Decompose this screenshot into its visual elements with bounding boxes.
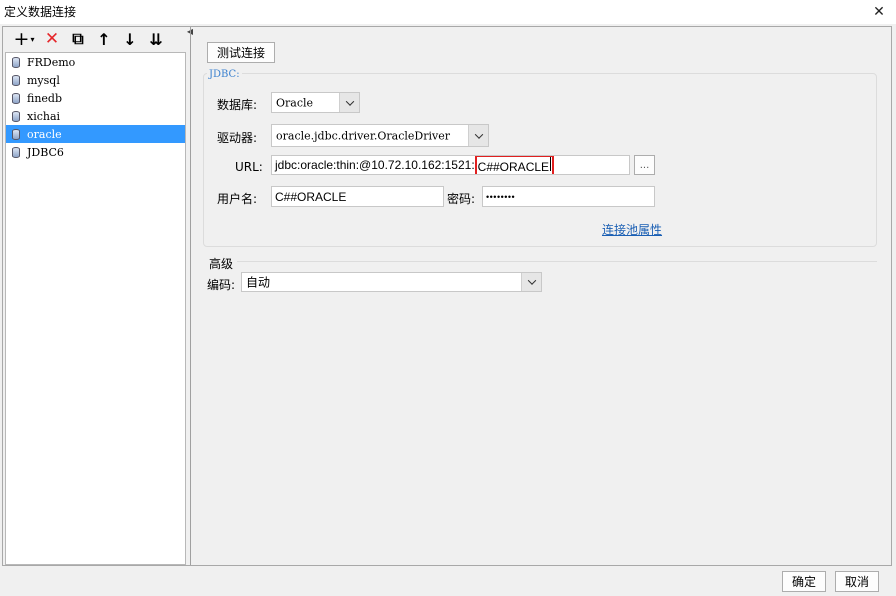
sort-icon[interactable]: ⇊ xyxy=(143,27,169,51)
password-input[interactable]: •••••••• xyxy=(482,186,655,207)
database-icon xyxy=(12,92,20,104)
database-icon xyxy=(12,110,20,122)
caret-down-icon: ▾ xyxy=(30,34,35,44)
plus-icon: + xyxy=(13,28,30,50)
window-title: 定义数据连接 xyxy=(4,5,77,19)
connection-list: FRDemo mysql finedb xichai oracle JDBC6 xyxy=(5,52,186,565)
copy-icon[interactable]: ⧉ xyxy=(65,27,91,51)
advanced-heading: 高级 xyxy=(209,257,234,271)
url-input[interactable]: jdbc:oracle:thin:@10.72.10.162:1521: C##O… xyxy=(271,155,630,175)
chevron-down-icon xyxy=(468,125,488,146)
connection-item-label: FRDemo xyxy=(27,55,76,69)
database-icon xyxy=(12,146,20,158)
connection-panel: + ▾ ✕ ⧉ ↑ ↓ ⇊ FRDemo mysql finedb xichai orac… xyxy=(5,27,186,565)
url-more-button[interactable]: ... xyxy=(634,155,655,175)
username-label: 用户名: xyxy=(217,192,258,206)
arrow-down-icon[interactable]: ↓ xyxy=(117,27,143,51)
connection-item-label: finedb xyxy=(27,91,63,105)
connection-toolbar: + ▾ ✕ ⧉ ↑ ↓ ⇊ xyxy=(9,27,169,51)
connection-item-label: xichai xyxy=(27,109,61,123)
password-label: 密码: xyxy=(447,192,476,206)
connection-settings: 测试连接 JDBC: 数据库: Oracle 驱动器: oracle.jdbc.… xyxy=(191,27,891,565)
encoding-value: 自动 xyxy=(246,275,271,290)
close-icon[interactable]: ✕ xyxy=(862,0,896,24)
database-select[interactable]: Oracle xyxy=(271,92,360,113)
database-value: Oracle xyxy=(276,96,314,109)
connection-item-frdemo[interactable]: FRDemo xyxy=(6,53,185,71)
add-connection-button[interactable]: + ▾ xyxy=(9,27,39,51)
connection-item-label: JDBC6 xyxy=(27,145,64,159)
encoding-select[interactable]: 自动 xyxy=(241,272,542,292)
url-prefix: jdbc:oracle:thin:@10.72.10.162:1521: xyxy=(275,158,475,172)
advanced-divider xyxy=(237,261,877,262)
database-icon xyxy=(12,74,20,86)
test-connection-button[interactable]: 测试连接 xyxy=(207,42,275,63)
encoding-label: 编码: xyxy=(207,278,236,292)
connection-pool-link[interactable]: 连接池属性 xyxy=(602,221,662,238)
database-icon xyxy=(12,56,20,68)
connection-item-oracle[interactable]: oracle xyxy=(6,125,185,143)
text-cursor xyxy=(550,156,552,171)
database-icon xyxy=(12,128,20,140)
jdbc-legend: JDBC: xyxy=(207,69,242,80)
chevron-down-icon xyxy=(339,93,359,112)
dialog-body: + ▾ ✕ ⧉ ↑ ↓ ⇊ FRDemo mysql finedb xichai orac… xyxy=(2,26,892,566)
arrow-up-icon[interactable]: ↑ xyxy=(91,27,117,51)
url-highlight-box: C##ORACLE xyxy=(474,156,555,174)
connection-item-label: mysql xyxy=(27,73,60,87)
driver-value: oracle.jdbc.driver.OracleDriver xyxy=(276,129,450,142)
title-bar: 定义数据连接 ✕ xyxy=(0,0,896,24)
url-highlight-text: C##ORACLE xyxy=(477,159,550,174)
username-input[interactable]: C##ORACLE xyxy=(271,186,444,207)
chevron-down-icon xyxy=(521,273,541,291)
username-value: C##ORACLE xyxy=(275,189,347,204)
database-label: 数据库: xyxy=(217,98,258,112)
connection-item-xichai[interactable]: xichai xyxy=(6,107,185,125)
password-value: •••••••• xyxy=(486,191,516,202)
connection-item-jdbc6[interactable]: JDBC6 xyxy=(6,143,185,161)
delete-icon[interactable]: ✕ xyxy=(39,27,65,51)
driver-select[interactable]: oracle.jdbc.driver.OracleDriver xyxy=(271,124,489,147)
url-label: URL: xyxy=(235,160,263,174)
cancel-button[interactable]: 取消 xyxy=(835,571,879,592)
connection-item-mysql[interactable]: mysql xyxy=(6,71,185,89)
connection-item-finedb[interactable]: finedb xyxy=(6,89,185,107)
ok-button[interactable]: 确定 xyxy=(782,571,826,592)
connection-item-label: oracle xyxy=(27,127,62,141)
driver-label: 驱动器: xyxy=(217,131,258,145)
